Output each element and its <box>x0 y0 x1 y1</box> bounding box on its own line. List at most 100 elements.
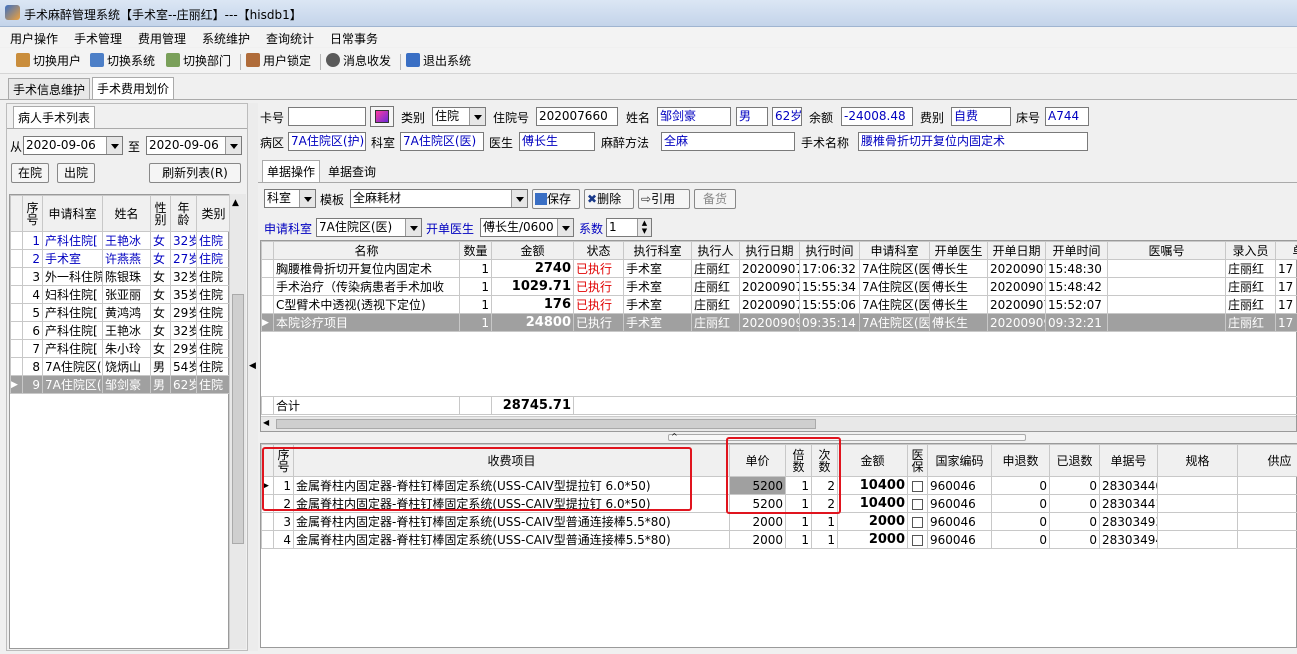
table-row[interactable]: ▶97A住院区(邹剑豪男62岁住院 <box>10 375 231 394</box>
col-header[interactable]: 供应 <box>1237 444 1297 477</box>
table-row[interactable]: 6产科住院[王艳冰女32岁住院 <box>10 321 231 340</box>
col-header[interactable]: 金额 <box>491 241 574 260</box>
chevron-down-icon[interactable] <box>469 108 485 125</box>
delete-button[interactable]: ✖删除 <box>584 189 634 209</box>
lock-user-button[interactable]: 用户锁定 <box>246 53 311 71</box>
messages-button[interactable]: 消息收发 <box>326 53 391 71</box>
tab-bill-operation[interactable]: 单据操作 <box>262 160 321 183</box>
col-header[interactable]: 规格 <box>1157 444 1238 477</box>
col-header[interactable]: 执行科室 <box>623 241 692 260</box>
table-row[interactable]: 4妇科住院[张亚丽女35岁住院 <box>10 285 231 304</box>
col-header[interactable]: 执行人 <box>691 241 740 260</box>
chevron-down-icon[interactable] <box>405 219 421 236</box>
insurance-checkbox-cell[interactable] <box>907 494 928 513</box>
col-header[interactable]: 申请科室 <box>859 241 930 260</box>
col-header[interactable]: 执行日期 <box>739 241 800 260</box>
card-reader-button[interactable] <box>370 106 394 127</box>
col-header[interactable]: 序号 <box>22 195 43 232</box>
col-header[interactable]: 收费项目 <box>293 444 730 477</box>
menu-system[interactable]: 系统维护 <box>202 30 250 47</box>
checkbox[interactable] <box>912 480 923 492</box>
col-header[interactable]: 执行时间 <box>799 241 860 260</box>
col-header[interactable]: 开单时间 <box>1045 241 1108 260</box>
checkbox[interactable] <box>912 534 923 546</box>
col-header[interactable]: 单据号 <box>1099 444 1158 477</box>
checkbox[interactable] <box>912 516 923 528</box>
table-row[interactable]: 2手术室许燕燕女27岁住院 <box>10 249 231 268</box>
chevron-down-icon[interactable] <box>225 137 241 154</box>
col-header[interactable]: 单 <box>1275 241 1297 260</box>
table-row[interactable]: ▶ 本院诊疗项目 1 24800 已执行 手术室 庄丽红 20200909 09:35:14 7A… <box>261 313 1297 332</box>
panel-splitter[interactable]: ◀ <box>248 103 258 651</box>
tab-patient-list[interactable]: 病人手术列表 <box>13 106 96 129</box>
col-header[interactable]: 状态 <box>573 241 624 260</box>
col-header[interactable]: 名称 <box>273 241 460 260</box>
col-header[interactable]: 医保 <box>907 444 928 477</box>
order-doctor-select[interactable]: 傅长生/0600 <box>480 218 574 237</box>
table-row[interactable]: C型臂术中透视(透视下定位) 1 176 已执行 手术室 庄丽红 20200907 15:55… <box>261 295 1297 314</box>
switch-dept-button[interactable]: 切换部门 <box>166 53 231 71</box>
table-row[interactable]: 3 金属脊柱内固定器-脊柱钉棒固定系统(USS-CAIV型普通连接棒5.5*80)… <box>261 512 1297 531</box>
menu-daily[interactable]: 日常事务 <box>330 30 378 47</box>
scroll-thumb[interactable] <box>276 419 816 429</box>
orders-hscrollbar[interactable]: ◀ <box>261 416 1296 431</box>
type-select[interactable]: 住院 <box>432 107 486 126</box>
col-header[interactable]: 年龄 <box>170 195 197 232</box>
apply-dept-select[interactable]: 7A住院区(医) <box>316 218 422 237</box>
tab-surgery-info[interactable]: 手术信息维护 <box>8 78 91 99</box>
chevron-down-icon[interactable] <box>106 137 122 154</box>
table-row[interactable]: 5产科住院[黄鸿鸿女29岁住院 <box>10 303 231 322</box>
patient-scrollbar[interactable]: ▲ <box>229 194 246 649</box>
in-hospital-button[interactable]: 在院 <box>11 163 49 183</box>
col-header[interactable]: 次数 <box>811 444 838 477</box>
chevron-down-icon[interactable] <box>299 190 315 207</box>
collapse-left-icon[interactable]: ◀ <box>249 361 256 371</box>
insurance-checkbox-cell[interactable] <box>907 476 928 495</box>
card-number-input[interactable] <box>288 107 366 126</box>
col-header[interactable]: 申请科室 <box>42 195 103 232</box>
table-row[interactable]: 4 金属脊柱内固定器-脊柱钉棒固定系统(USS-CAIV型普通连接棒5.5*80)… <box>261 530 1297 549</box>
factor-stepper[interactable]: 1 ▲ ▼ <box>606 218 652 237</box>
scroll-left-icon[interactable]: ◀ <box>263 418 269 427</box>
date-from-input[interactable]: 2020-09-06 <box>23 136 123 155</box>
col-header[interactable]: 录入员 <box>1225 241 1276 260</box>
col-header[interactable]: 数量 <box>459 241 492 260</box>
horizontal-splitter[interactable]: ^ <box>668 432 1026 441</box>
col-header[interactable]: 姓名 <box>102 195 151 232</box>
exit-button[interactable]: 退出系统 <box>406 53 471 71</box>
col-header[interactable]: 序号 <box>273 444 294 477</box>
checkbox[interactable] <box>912 498 923 510</box>
col-header[interactable]: 金额 <box>837 444 908 477</box>
col-header[interactable]: 倍数 <box>785 444 812 477</box>
save-button[interactable]: 保存 <box>532 189 580 209</box>
scroll-up-icon[interactable]: ▲ <box>232 198 239 208</box>
discharged-button[interactable]: 出院 <box>57 163 95 183</box>
col-header[interactable]: 医嘱号 <box>1107 241 1226 260</box>
template-select[interactable]: 全麻耗材 <box>350 189 528 208</box>
menu-query[interactable]: 查询统计 <box>266 30 314 47</box>
table-row[interactable]: 3外一科住院陈银珠女32岁住院 <box>10 267 231 286</box>
refresh-list-button[interactable]: 刷新列表(R) <box>149 163 241 183</box>
insurance-checkbox-cell[interactable] <box>907 530 928 549</box>
stock-button[interactable]: 备货 <box>694 189 736 209</box>
menu-surgery[interactable]: 手术管理 <box>74 30 122 47</box>
table-row[interactable]: 87A住院区(饶炳山男54岁住院 <box>10 357 231 376</box>
table-row[interactable]: 7产科住院[朱小玲女29岁住院 <box>10 339 231 358</box>
table-row[interactable]: ▶ 1 金属脊柱内固定器-脊柱钉棒固定系统(USS-CAIV型提拉钉 6.0*50)… <box>261 476 1297 495</box>
table-row[interactable]: 2 金属脊柱内固定器-脊柱钉棒固定系统(USS-CAIV型提拉钉 6.0*50) 5… <box>261 494 1297 513</box>
inpatient-number-input[interactable]: 202007660 <box>536 107 618 126</box>
col-header[interactable]: 性别 <box>150 195 171 232</box>
col-header[interactable]: 开单医生 <box>929 241 988 260</box>
col-header[interactable]: 国家编码 <box>927 444 992 477</box>
stepper-arrows-icon[interactable]: ▲ ▼ <box>637 219 651 236</box>
table-row[interactable]: 手术治疗（传染病患者手术加收 1 1029.71 已执行 手术室 庄丽红 20200907 1… <box>261 277 1297 296</box>
insurance-checkbox-cell[interactable] <box>907 512 928 531</box>
table-row[interactable]: 胸腰椎骨折切开复位内固定术 1 2740 已执行 手术室 庄丽红 20200907 17:06… <box>261 259 1297 278</box>
col-header[interactable]: 单价 <box>729 444 786 477</box>
switch-user-button[interactable]: 切换用户 <box>16 53 81 71</box>
col-header[interactable]: 类别 <box>196 195 231 232</box>
table-row[interactable]: 1产科住院[王艳冰女32岁住院 <box>10 231 231 250</box>
col-header[interactable]: 开单日期 <box>987 241 1046 260</box>
date-to-input[interactable]: 2020-09-06 <box>146 136 242 155</box>
tab-surgery-fee[interactable]: 手术费用划价 <box>92 77 175 100</box>
